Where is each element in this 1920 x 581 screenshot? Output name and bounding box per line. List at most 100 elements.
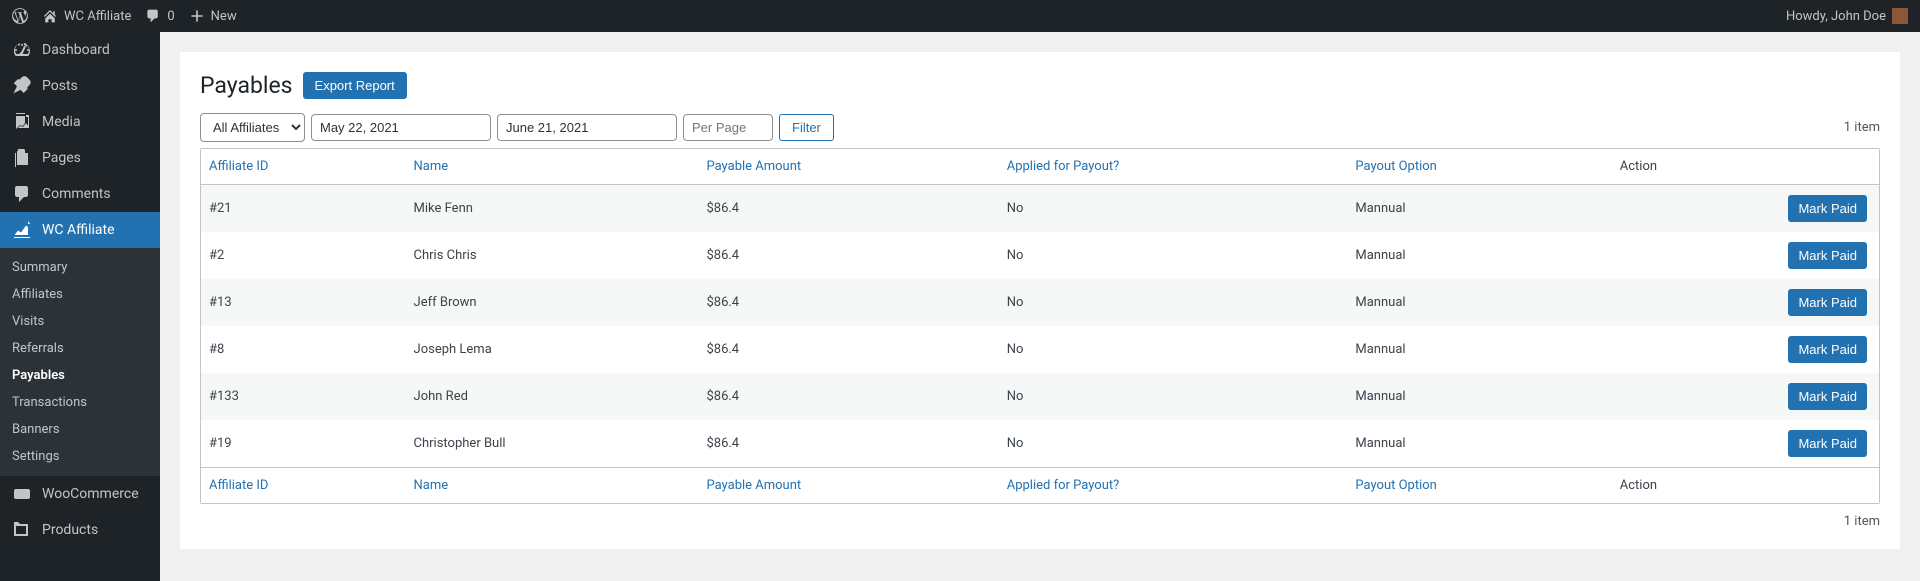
cell-affiliate-id: #133 [201,373,406,420]
sidebar-item-dashboard[interactable]: Dashboard [0,32,160,68]
sidebar-item-posts[interactable]: Posts [0,68,160,104]
table-row: #8Joseph Lema$86.4NoMannualMark Paid [201,326,1879,373]
cell-name: Chris Chris [406,232,699,279]
col-applied-for-payout[interactable]: Applied for Payout? [999,149,1348,185]
mark-paid-button[interactable]: Mark Paid [1788,289,1867,316]
cell-name: John Red [406,373,699,420]
sidebar-item-pages[interactable]: Pages [0,140,160,176]
comments-count: 0 [167,9,174,24]
sidebar-item-label: WC Affiliate [42,222,115,238]
cell-payable-amount: $86.4 [698,232,998,279]
affiliate-filter-select[interactable]: All Affiliates [200,113,305,142]
mark-paid-button[interactable]: Mark Paid [1788,336,1867,363]
item-count-bottom: 1 item [200,504,1880,529]
sidebar-item-label: Media [42,114,81,130]
submenu-summary[interactable]: Summary [0,254,160,281]
cell-name: Christopher Bull [406,420,699,468]
cell-applied: No [999,185,1348,233]
admin-topbar: WC Affiliate 0 New Howdy, John Doe [0,0,1920,32]
cell-applied: No [999,232,1348,279]
submenu-transactions[interactable]: Transactions [0,389,160,416]
sidebar-item-label: Comments [42,186,111,202]
item-count-top: 1 item [1844,120,1880,135]
fcol-name[interactable]: Name [406,468,699,504]
cell-name: Jeff Brown [406,279,699,326]
greeting-label: Howdy, John Doe [1786,9,1886,24]
cell-applied: No [999,279,1348,326]
cell-affiliate-id: #2 [201,232,406,279]
cell-payable-amount: $86.4 [698,420,998,468]
cell-payable-amount: $86.4 [698,185,998,233]
col-payout-option[interactable]: Payout Option [1347,149,1611,185]
wc-affiliate-submenu: Summary Affiliates Visits Referrals Paya… [0,248,160,476]
fcol-payable-amount[interactable]: Payable Amount [698,468,998,504]
main-content: Payables Export Report All Affiliates Fi… [160,32,1920,581]
sidebar-item-products[interactable]: Products [0,512,160,548]
cell-payable-amount: $86.4 [698,373,998,420]
avatar [1892,8,1908,24]
sidebar-item-label: Products [42,522,98,538]
sidebar-item-label: Posts [42,78,78,94]
wordpress-icon [12,8,28,24]
mark-paid-button[interactable]: Mark Paid [1788,242,1867,269]
site-name-link[interactable]: WC Affiliate [42,8,131,24]
date-end-input[interactable] [497,114,677,141]
cell-payout-option: Mannual [1347,232,1611,279]
cell-payout-option: Mannual [1347,185,1611,233]
col-affiliate-id[interactable]: Affiliate ID [201,149,406,185]
plus-icon [189,8,205,24]
cell-payable-amount: $86.4 [698,326,998,373]
cell-affiliate-id: #8 [201,326,406,373]
col-name[interactable]: Name [406,149,699,185]
sidebar-item-woocommerce[interactable]: WooCommerce [0,476,160,512]
submenu-visits[interactable]: Visits [0,308,160,335]
date-start-input[interactable] [311,114,491,141]
export-report-button[interactable]: Export Report [303,72,407,99]
mark-paid-button[interactable]: Mark Paid [1788,383,1867,410]
submenu-banners[interactable]: Banners [0,416,160,443]
mark-paid-button[interactable]: Mark Paid [1788,430,1867,457]
dashboard-icon [12,40,32,60]
pin-icon [12,76,32,96]
cell-affiliate-id: #21 [201,185,406,233]
fcol-action: Action [1612,468,1879,504]
cell-payout-option: Mannual [1347,420,1611,468]
page-icon [12,148,32,168]
cell-affiliate-id: #19 [201,420,406,468]
comment-icon [145,8,161,24]
table-row: #19Christopher Bull$86.4NoMannual Mark Pa… [201,420,1879,468]
payables-table: Affiliate ID Name Payable Amount Applied… [201,149,1879,503]
sidebar-item-comments[interactable]: Comments [0,176,160,212]
submenu-referrals[interactable]: Referrals [0,335,160,362]
fcol-payout-option[interactable]: Payout Option [1347,468,1611,504]
home-icon [42,8,58,24]
user-menu[interactable]: Howdy, John Doe [1786,8,1908,24]
cell-payout-option: Mannual [1347,326,1611,373]
sidebar-item-label: Dashboard [42,42,110,58]
submenu-payables[interactable]: Payables [0,362,160,389]
submenu-affiliates[interactable]: Affiliates [0,281,160,308]
media-icon [12,112,32,132]
table-row: #133John Red$86.4NoMannualMark Paid [201,373,1879,420]
submenu-settings[interactable]: Settings [0,443,160,470]
sidebar-item-label: Pages [42,150,81,166]
fcol-applied-for-payout[interactable]: Applied for Payout? [999,468,1348,504]
wp-logo[interactable] [12,8,28,24]
filter-button[interactable]: Filter [779,114,834,141]
woo-icon [12,484,32,504]
col-action: Action [1612,149,1879,185]
fcol-affiliate-id[interactable]: Affiliate ID [201,468,406,504]
cell-applied: No [999,420,1348,468]
table-row: #21Mike Fenn$86.4NoMannual Mark Paid [201,185,1879,233]
sidebar-item-wc-affiliate[interactable]: WC Affiliate [0,212,160,248]
mark-paid-button[interactable]: Mark Paid [1788,195,1867,222]
cell-payable-amount: $86.4 [698,279,998,326]
new-link[interactable]: New [189,8,237,24]
cell-name: Mike Fenn [406,185,699,233]
per-page-input[interactable] [683,114,773,141]
chart-icon [12,220,32,240]
sidebar-item-media[interactable]: Media [0,104,160,140]
comments-link[interactable]: 0 [145,8,174,24]
col-payable-amount[interactable]: Payable Amount [698,149,998,185]
cell-name: Joseph Lema [406,326,699,373]
